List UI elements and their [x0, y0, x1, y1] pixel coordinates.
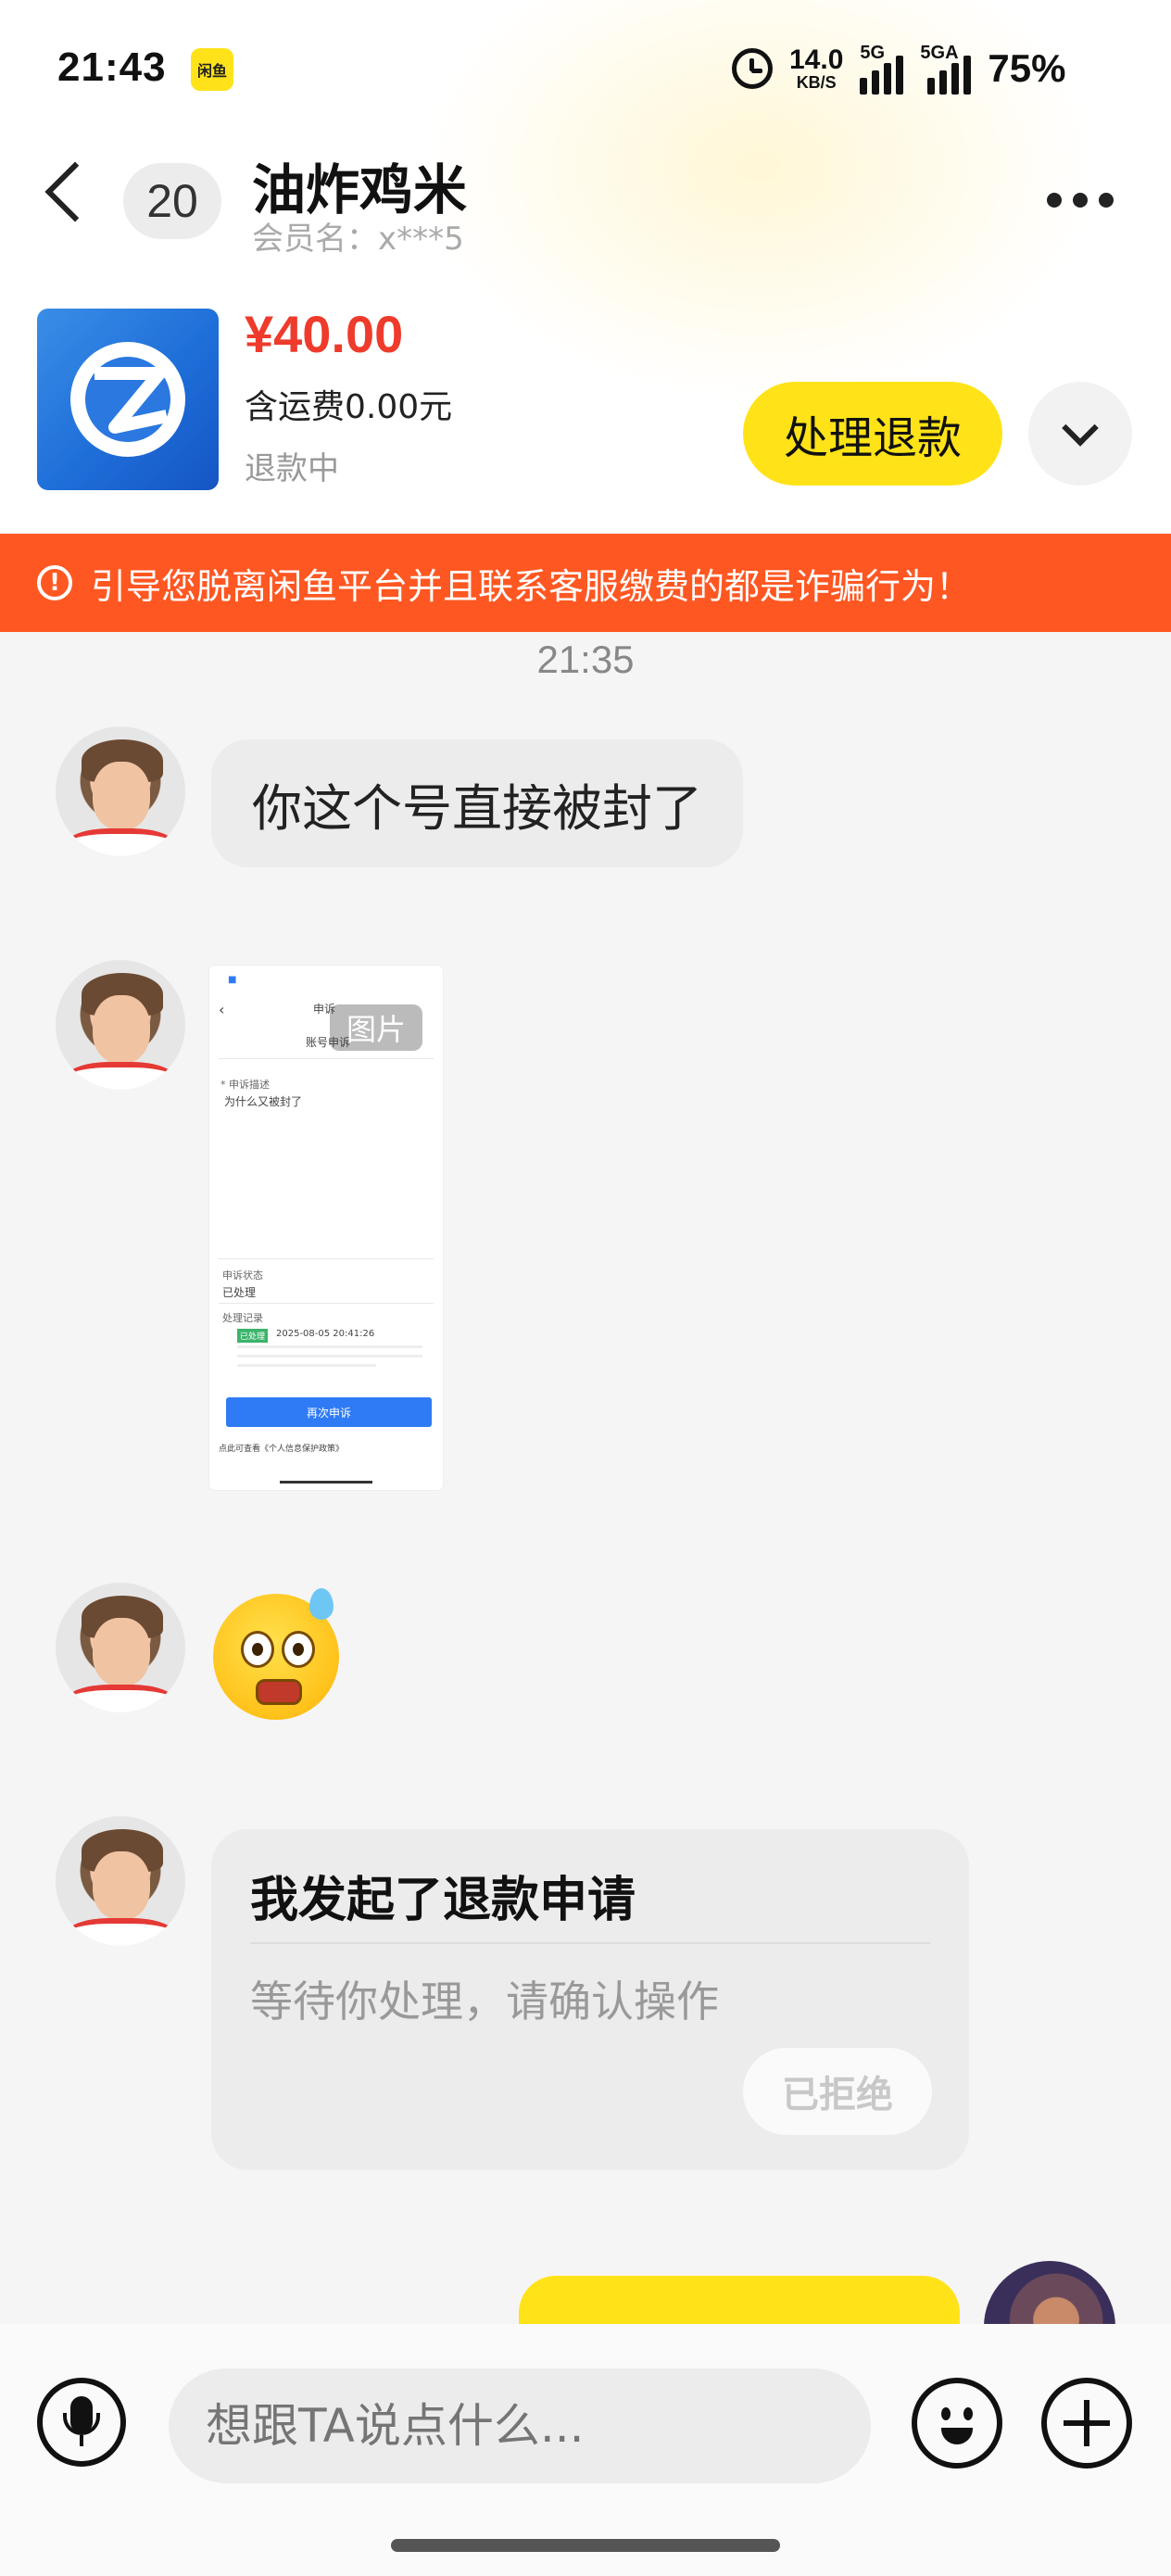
chevron-down-icon	[1062, 410, 1099, 447]
sender-avatar[interactable]	[56, 1583, 185, 1712]
expand-button[interactable]	[1028, 382, 1132, 486]
product-thumbnail[interactable]	[37, 309, 219, 490]
refund-request-card[interactable]: 我发起了退款申请 等待你处理，请确认操作 已拒绝	[211, 1829, 969, 2170]
image-message[interactable]: ■ ‹ 申诉 账号申诉 * 申诉描述 为什么又被封了 申诉状态 已处理 处理记录…	[209, 966, 443, 1490]
image-tag: 图片	[330, 1004, 422, 1051]
chat-timestamp: 21:35	[536, 638, 635, 681]
refund-card-title: 我发起了退款申请	[250, 1873, 636, 1928]
sender-avatar[interactable]	[56, 726, 185, 856]
signal-sim1-icon: 5G	[860, 43, 904, 95]
status-time: 21:43	[57, 44, 167, 90]
home-indicator[interactable]	[391, 2539, 780, 2552]
plus-icon[interactable]	[1041, 2378, 1132, 2469]
shipping-fee: 含运费0.00元	[245, 388, 453, 426]
net-speed-unit: KB/S	[796, 73, 837, 92]
sender-avatar[interactable]	[56, 960, 185, 1090]
order-status: 退款中	[245, 450, 339, 487]
refund-card-subtitle: 等待你处理，请确认操作	[250, 1976, 719, 2027]
screenshot-policy-text: 点此可查看《个人信息保护政策》	[219, 1445, 345, 1454]
warning-icon: !	[37, 565, 72, 600]
rejected-status-button[interactable]: 已拒绝	[743, 2048, 932, 2135]
status-indicators: 14.0 KB/S 5G 5GA 75%	[732, 41, 1065, 96]
sender-avatar[interactable]	[56, 1816, 185, 1946]
sim2-label: 5GA	[920, 43, 959, 63]
app-logo-icon	[70, 342, 185, 457]
battery-level: 75%	[988, 46, 1066, 90]
warning-text: 引导您脱离闲鱼平台并且联系客服缴费的都是诈骗行为！	[91, 565, 972, 607]
signal-sim2-icon: 5GA	[920, 43, 972, 95]
screenshot-desc-value: 为什么又被封了	[224, 1095, 303, 1108]
screenshot-desc-label: * 申诉描述	[220, 1079, 270, 1091]
screenshot-record-tag: 已处理	[237, 1329, 269, 1343]
screenshot-state-label: 申诉状态	[222, 1269, 263, 1282]
sim1-label: 5G	[860, 43, 886, 63]
screenshot-record-time: 2025-08-05 20:41:26	[276, 1329, 375, 1339]
message-input[interactable]	[169, 2368, 871, 2483]
process-refund-button[interactable]: 处理退款	[743, 382, 1002, 486]
alarm-icon	[732, 48, 773, 89]
net-speed-value: 14.0	[789, 44, 844, 75]
message-bubble[interactable]: 你这个号直接被封了	[211, 739, 743, 867]
emoji-icon[interactable]	[912, 2378, 1002, 2469]
net-speed: 14.0 KB/S	[789, 44, 844, 92]
product-price: ¥40.00	[245, 305, 404, 363]
divider	[250, 1942, 930, 1944]
unread-count-badge[interactable]: 20	[123, 163, 221, 239]
microphone-icon[interactable]	[37, 2378, 126, 2467]
fraud-warning-banner: ! 引导您脱离闲鱼平台并且联系客服缴费的都是诈骗行为！	[0, 534, 1171, 632]
member-name: 会员名：x***5	[252, 221, 464, 258]
app-notification-icon: 闲鱼	[191, 48, 233, 91]
screenshot-state-value: 已处理	[222, 1286, 257, 1299]
flushed-emoji-sticker[interactable]	[213, 1588, 339, 1720]
screenshot-record-label: 处理记录	[222, 1312, 263, 1324]
screenshot-resubmit-button: 再次申诉	[226, 1397, 432, 1427]
more-options-icon[interactable]	[1047, 193, 1114, 208]
